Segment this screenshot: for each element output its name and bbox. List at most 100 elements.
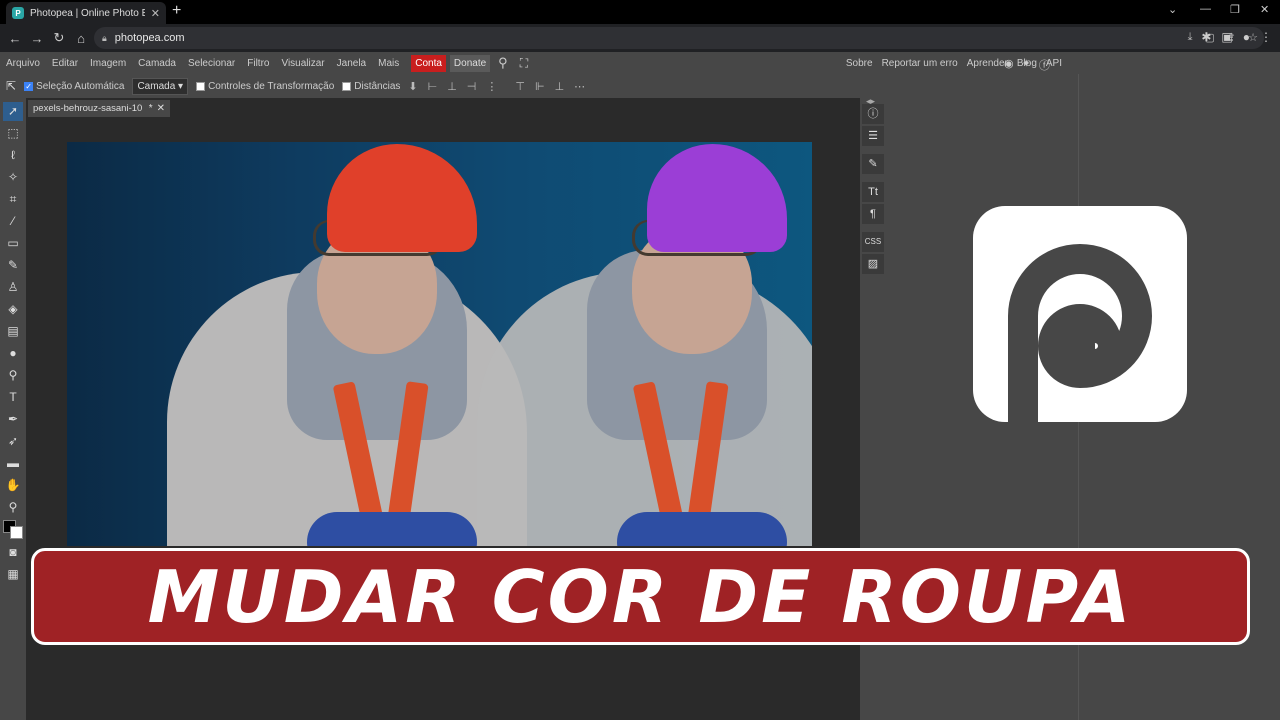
photo-person-edited	[467, 142, 812, 546]
menu-arquivo[interactable]: Arquivo	[6, 58, 40, 69]
address-bar[interactable]: 🔒︎ photopea.com ⤓ ▢ ⇪ ☆	[94, 27, 1264, 49]
char-icon[interactable]: Tt	[862, 182, 884, 202]
document-tab[interactable]: pexels-behrouz-sasani-10 * ✕	[28, 100, 170, 117]
image-icon[interactable]: ▨	[862, 254, 884, 274]
tools-panel: ➚ ⬚ ℓ ✧ ⌗ ⁄ ▭ ✎ ♙ ◈ ▤ ● ⚲ T ✒ ➶ ▬ ✋ ⚲ ◙ …	[0, 98, 26, 720]
crop-tool-icon[interactable]: ⌗	[3, 190, 23, 209]
layer-select-value: Camada	[137, 80, 176, 92]
magic-wand-tool-icon[interactable]: ✧	[3, 168, 23, 187]
brush-tool-icon[interactable]: ✎	[3, 256, 23, 275]
shape-tool-icon[interactable]: ▬	[3, 454, 23, 473]
photopea-logo	[973, 206, 1187, 422]
fullscreen-icon[interactable]: ⛶	[520, 56, 528, 71]
menu-editar[interactable]: Editar	[52, 58, 78, 69]
menu-imagem[interactable]: Imagem	[90, 58, 126, 69]
align-right-icon[interactable]: ⊣	[467, 80, 477, 93]
close-icon[interactable]: ✕	[157, 103, 165, 114]
back-icon[interactable]: ←	[4, 31, 26, 46]
download-icon[interactable]: ⬇	[408, 80, 417, 93]
distances-checkbox[interactable]: Distâncias	[342, 81, 400, 92]
blue-sleeve	[307, 512, 477, 546]
document-modified-mark: *	[148, 103, 153, 114]
install-icon[interactable]: ⤓	[1188, 31, 1193, 44]
path-select-tool-icon[interactable]: ➶	[3, 432, 23, 451]
reload-icon[interactable]: ↻	[48, 30, 70, 46]
photopea-logo-icon	[1008, 244, 1152, 422]
profile-avatar[interactable]: ●	[1243, 30, 1250, 44]
layer-select[interactable]: Camada ▾	[132, 77, 189, 95]
blue-sleeve	[617, 512, 787, 546]
menu-filtro[interactable]: Filtro	[247, 58, 269, 69]
document-canvas[interactable]	[67, 142, 812, 546]
distribute-h-icon[interactable]: ⋯	[574, 80, 585, 93]
zoom-tool-icon[interactable]: ⚲	[3, 498, 23, 517]
search-icon[interactable]: ⚲	[498, 55, 508, 71]
menu-camada[interactable]: Camada	[138, 58, 176, 69]
align-top-icon[interactable]: ⊤	[515, 80, 525, 93]
restore-button[interactable]: ❐	[1230, 3, 1240, 16]
hand-tool-icon[interactable]: ✋	[3, 476, 23, 495]
menu-visualizar[interactable]: Visualizar	[281, 58, 324, 69]
frame-tool-icon[interactable]: ▭	[3, 234, 23, 253]
type-tool-icon[interactable]: T	[3, 388, 23, 407]
dodge-tool-icon[interactable]: ⚲	[3, 366, 23, 385]
link-reportar-erro[interactable]: Reportar um erro	[882, 58, 958, 69]
link-aprender[interactable]: Aprender	[967, 58, 1008, 69]
screen-mode-icon[interactable]: ▦	[3, 565, 23, 584]
align-vcenter-icon[interactable]: ⊩	[535, 80, 545, 93]
menu-mais[interactable]: Mais	[378, 58, 399, 69]
marquee-tool-icon[interactable]: ⬚	[3, 124, 23, 143]
minimize-button[interactable]: —	[1200, 3, 1211, 15]
extensions-puzzle-icon[interactable]: ✱	[1201, 30, 1211, 44]
home-icon[interactable]: ⌂	[70, 31, 92, 46]
photopea-favicon-icon: P	[12, 7, 24, 19]
css-button[interactable]: CSS	[862, 232, 884, 252]
gradient-tool-icon[interactable]: ▤	[3, 322, 23, 341]
donate-button[interactable]: Donate	[449, 54, 491, 72]
auto-select-checkbox[interactable]: ✓ Seleção Automática	[24, 81, 124, 92]
lasso-tool-icon[interactable]: ℓ	[3, 146, 23, 165]
new-tab-button[interactable]: +	[172, 2, 181, 20]
transform-controls-label: Controles de Transformação	[208, 80, 335, 92]
eraser-tool-icon[interactable]: ◈	[3, 300, 23, 319]
align-left-icon[interactable]: ⊢	[428, 80, 438, 93]
paragraph-icon[interactable]: ¶	[862, 204, 884, 224]
close-window-button[interactable]: ✕	[1260, 3, 1269, 16]
facebook-icon[interactable]: ⓕ	[1039, 57, 1050, 73]
sidepanel-icon[interactable]: ▣	[1221, 30, 1232, 44]
browser-tab[interactable]: P Photopea | Online Photo Editor ✕	[6, 2, 166, 24]
reddit-icon[interactable]: ◉	[1004, 57, 1014, 73]
blur-tool-icon[interactable]: ●	[3, 344, 23, 363]
stamp-tool-icon[interactable]: ♙	[3, 278, 23, 297]
forward-icon[interactable]: →	[26, 31, 48, 46]
pen-tool-icon[interactable]: ✒	[3, 410, 23, 429]
check-icon: ✓	[24, 81, 34, 91]
align-bottom-icon[interactable]: ⊥	[555, 80, 565, 93]
menu-selecionar[interactable]: Selecionar	[188, 58, 235, 69]
adjust-icon[interactable]: ☰	[862, 126, 884, 146]
conta-button[interactable]: Conta	[411, 54, 446, 72]
eyedropper-tool-icon[interactable]: ⁄	[3, 212, 23, 231]
close-icon[interactable]: ✕	[151, 7, 160, 20]
menu-janela[interactable]: Janela	[337, 58, 366, 69]
distribute-icon[interactable]: ⋮	[486, 80, 497, 93]
tab-search-icon[interactable]: ⌄	[1168, 3, 1177, 16]
checkbox-box	[196, 81, 206, 91]
document-tab-name: pexels-behrouz-sasani-10	[33, 103, 143, 114]
brush-icon[interactable]: ✎	[862, 154, 884, 174]
extension-icons: ✱ ▣ ● ⋮	[1201, 30, 1272, 44]
align-hcenter-icon[interactable]: ⊥	[447, 80, 457, 93]
move-tool-icon[interactable]: ➚	[3, 102, 23, 121]
browser-tab-title: Photopea | Online Photo Editor	[30, 7, 145, 19]
twitter-icon[interactable]: ✦	[1022, 57, 1031, 73]
title-banner: MUDAR COR DE ROUPA	[31, 548, 1250, 645]
color-swatches[interactable]	[2, 520, 24, 540]
background-color[interactable]	[10, 526, 23, 539]
quick-mask-icon[interactable]: ◙	[3, 543, 23, 562]
chrome-menu-icon[interactable]: ⋮	[1260, 30, 1272, 44]
lock-icon[interactable]: 🔒︎	[102, 33, 107, 44]
url-text: photopea.com	[114, 32, 185, 44]
info-icon[interactable]: ⓘ	[862, 104, 884, 124]
link-sobre[interactable]: Sobre	[846, 58, 873, 69]
transform-controls-checkbox[interactable]: Controles de Transformação	[196, 81, 334, 92]
